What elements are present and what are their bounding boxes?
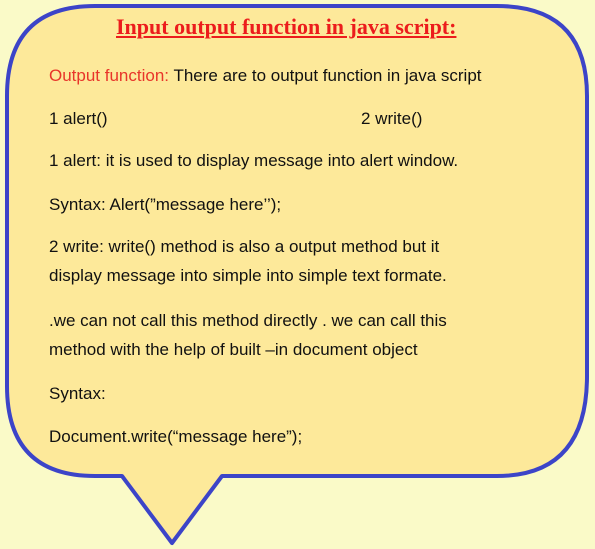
function-list: 1 alert() 2 write() (49, 105, 569, 133)
write-description-line1: 2 write: write() method is also a output… (49, 237, 440, 256)
write-description-line2: display message into simple into simple … (49, 266, 447, 285)
note-line1: .we can not call this method directly . … (49, 311, 447, 330)
syntax-code: Document.write(“message here”); (49, 427, 303, 446)
alert-syntax: Syntax: Alert(”message here’’); (49, 195, 282, 214)
page-title: Input output function in java script: (116, 14, 457, 39)
alert-description: 1 alert: it is used to display message i… (49, 151, 459, 170)
note-line2: method with the help of built –in docume… (49, 340, 418, 359)
syntax-label: Syntax: (49, 384, 106, 403)
page: Input output function in java script: Ou… (0, 0, 595, 549)
function-write: 2 write() (361, 109, 423, 128)
output-function-line: Output function: There are to output fun… (49, 62, 482, 90)
output-function-label: Output function: (49, 66, 170, 85)
function-alert: 1 alert() (49, 109, 108, 128)
output-function-text: There are to output function in java scr… (169, 66, 482, 85)
